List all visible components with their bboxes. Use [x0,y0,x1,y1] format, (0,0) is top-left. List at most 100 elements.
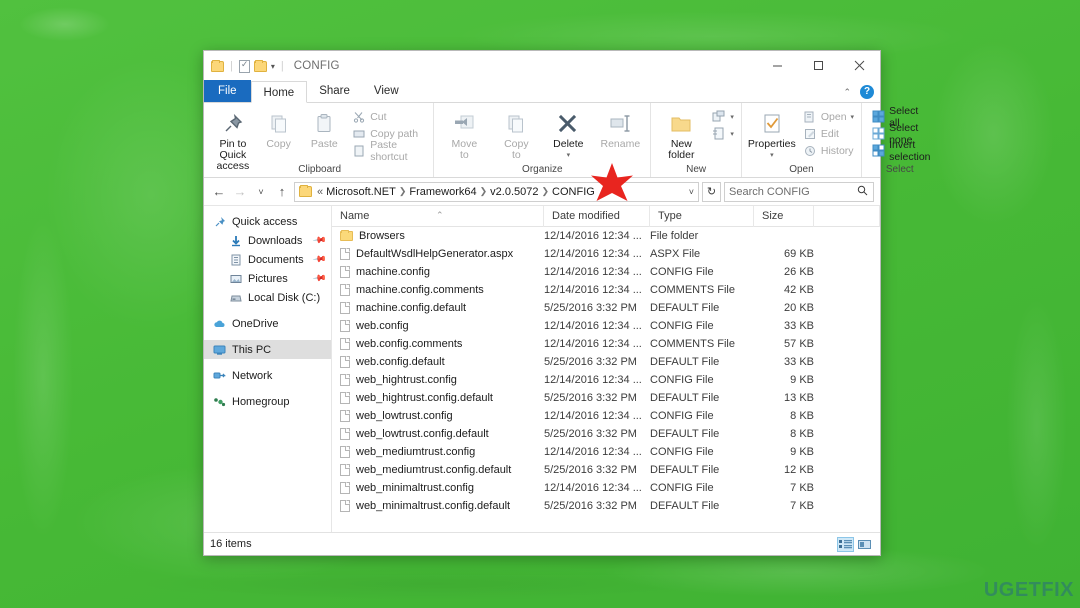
properties-button[interactable]: Properties ▾ [746,106,798,161]
folder-icon [340,230,353,241]
copy-button[interactable]: Copy [256,106,302,150]
close-button[interactable] [839,51,880,79]
table-row[interactable]: web_hightrust.config.default 5/25/2016 3:… [332,389,880,407]
properties-dropdown-icon[interactable]: ▾ [770,150,774,161]
sidebar-item-local-disk-c[interactable]: Local Disk (C:) [204,288,331,307]
copy-to-button[interactable]: Copy to [490,106,542,161]
up-button[interactable]: ↑ [273,182,291,202]
table-row[interactable]: web_mediumtrust.config.default 5/25/2016 … [332,461,880,479]
breadcrumb-config[interactable]: CONFIG [552,186,595,198]
move-to-line2: to [459,149,469,161]
column-header-date-modified[interactable]: Date modified [544,205,650,227]
edit-button[interactable]: Edit [800,125,857,142]
search-input[interactable]: Search CONFIG [724,181,874,202]
address-breadcrumb-bar[interactable]: « Microsoft.NET ❯ Framework64 ❯ v2.0.507… [294,181,699,202]
tab-file[interactable]: File [204,80,251,102]
file-name-cell: web_mediumtrust.config.default [332,464,544,476]
cut-button[interactable]: Cut [349,108,429,125]
delete-dropdown-icon[interactable]: ▾ [567,150,571,161]
table-row[interactable]: Browsers 12/14/2016 12:34 ... File folder [332,227,880,245]
qat-folder-icon[interactable] [211,59,224,72]
maximize-button[interactable] [798,51,839,79]
table-row[interactable]: machine.config 12/14/2016 12:34 ... CONFIG… [332,263,880,281]
file-name-label: machine.config.default [356,302,467,314]
rename-button[interactable]: Rename [594,106,646,150]
sidebar-item-quick-access[interactable]: Quick access [204,212,331,231]
open-button[interactable]: Open ▾ [800,108,857,125]
navigation-pane[interactable]: Quick access Downloads 📌 Documents 📌 Pic… [204,206,332,532]
table-row[interactable]: web_minimaltrust.config.default 5/25/2016… [332,497,880,515]
sidebar-item-network[interactable]: Network [204,366,331,385]
table-row[interactable]: web_lowtrust.config.default 5/25/2016 3:3… [332,425,880,443]
new-folder-button[interactable]: New folder [655,106,707,161]
table-row[interactable]: web_minimaltrust.config 12/14/2016 12:34 … [332,479,880,497]
breadcrumb-separator-3[interactable]: ❯ [541,186,549,197]
sidebar-item-pictures[interactable]: Pictures 📌 [204,269,331,288]
breadcrumb-framework64[interactable]: Framework64 [409,186,476,198]
pin-to-quick-access-button[interactable]: Pin to Quick access [210,106,256,172]
history-button[interactable]: History [800,142,857,159]
table-row[interactable]: web_mediumtrust.config 12/14/2016 12:34 .… [332,443,880,461]
breadcrumb-separator-2[interactable]: ❯ [480,186,488,197]
qat-properties-icon[interactable] [238,59,250,73]
large-icons-view-button[interactable] [856,537,873,552]
breadcrumb-separator-1[interactable]: ❯ [399,186,407,197]
details-view-button[interactable] [837,536,854,552]
table-row[interactable]: web.config.comments 12/14/2016 12:34 ... C… [332,335,880,353]
paste-shortcut-button[interactable]: Paste shortcut [349,139,429,163]
table-row[interactable]: DefaultWsdlHelpGenerator.aspx 12/14/2016 … [332,245,880,263]
file-name-cell: web_minimaltrust.config.default [332,500,544,512]
easy-access-button[interactable]: ▾ [709,125,737,142]
file-list[interactable]: Browsers 12/14/2016 12:34 ... File folder D… [332,227,880,532]
search-icon[interactable] [857,185,868,199]
back-button[interactable]: ← [210,182,228,202]
table-row[interactable]: machine.config.default 5/25/2016 3:32 PM D… [332,299,880,317]
file-date-cell: 12/14/2016 12:34 ... [544,410,642,422]
sidebar-item-this-pc[interactable]: This PC [204,340,331,359]
breadcrumb-overflow[interactable]: « [317,186,323,198]
tab-share[interactable]: Share [307,80,362,102]
ribbon-group-new: New folder ▾ ▾ New [651,103,742,177]
recent-locations-button[interactable]: ˅ [252,182,270,202]
minimize-button[interactable] [757,51,798,79]
table-row[interactable]: machine.config.comments 12/14/2016 12:34 … [332,281,880,299]
easy-access-dropdown-icon[interactable]: ▾ [730,130,734,138]
refresh-button[interactable]: ↻ [702,181,721,202]
table-row[interactable]: web.config 12/14/2016 12:34 ... CONFIG Fil… [332,317,880,335]
tab-home[interactable]: Home [250,81,308,103]
table-row[interactable]: web.config.default 5/25/2016 3:32 PM DEFAU… [332,353,880,371]
unpin-icon[interactable]: 📌 [312,271,327,287]
new-item-button[interactable]: ▾ [709,108,737,125]
column-header-type[interactable]: Type [650,205,754,227]
copy-path-icon [352,127,366,141]
tab-view[interactable]: View [362,80,411,102]
collapse-ribbon-icon[interactable]: ⌃ [843,87,851,98]
new-item-dropdown-icon[interactable]: ▾ [730,113,734,121]
breadcrumb-microsoft-net[interactable]: Microsoft.NET [326,186,396,198]
open-dropdown-icon[interactable]: ▾ [851,113,855,121]
qat-new-folder-icon[interactable] [253,59,267,72]
breadcrumb-dropdown-icon[interactable]: ˅ [689,187,694,197]
breadcrumb-version[interactable]: v2.0.5072 [490,186,538,198]
forward-button[interactable]: → [231,182,249,202]
column-header-name[interactable]: Name ⌃ [332,205,544,227]
sidebar-item-homegroup[interactable]: Homegroup [204,392,331,411]
unpin-icon[interactable]: 📌 [312,233,327,249]
sidebar-label: This PC [232,343,272,356]
move-to-button[interactable]: Move to [438,106,490,161]
file-date-cell: 5/25/2016 3:32 PM [544,302,637,314]
file-name-label: web.config.comments [356,338,463,350]
sidebar-item-downloads[interactable]: Downloads 📌 [204,231,331,250]
delete-button[interactable]: Delete ▾ [542,106,594,161]
qat-customize-icon[interactable]: ▾ [271,62,275,71]
paste-button[interactable]: Paste [301,106,347,150]
column-header-size[interactable]: Size [754,205,814,227]
table-row[interactable]: web_lowtrust.config 12/14/2016 12:34 ... C… [332,407,880,425]
help-icon[interactable]: ? [860,85,874,99]
unpin-icon[interactable]: 📌 [312,252,327,268]
invert-selection-button[interactable]: Invert selection [868,139,933,163]
file-list-column-headers: Name ⌃ Date modified Type Size [332,205,880,227]
sidebar-item-documents[interactable]: Documents 📌 [204,250,331,269]
table-row[interactable]: web_hightrust.config 12/14/2016 12:34 ...… [332,371,880,389]
sidebar-item-onedrive[interactable]: OneDrive [204,314,331,333]
